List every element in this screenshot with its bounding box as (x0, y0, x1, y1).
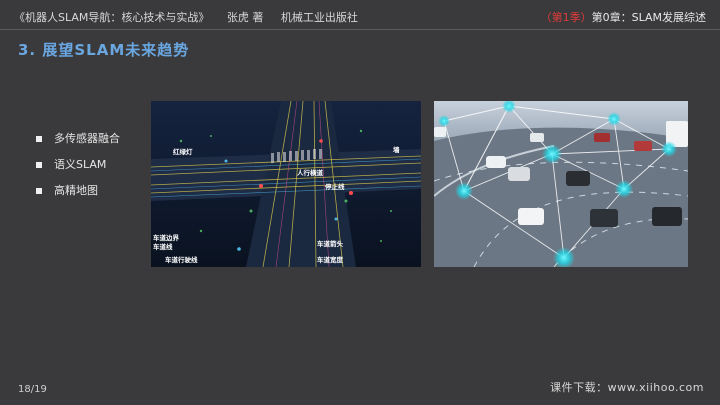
chapter-info: （第1季）第0章：SLAM发展综述 (541, 9, 706, 25)
bullet-text: 多传感器融合 (54, 132, 120, 145)
chapter-title: 第0章：SLAM发展综述 (591, 11, 706, 24)
page-number: 18/19 (18, 384, 47, 395)
bullet-list: 多传感器融合 语义SLAM 高精地图 (36, 131, 120, 209)
author: 张虎 著 (226, 11, 264, 24)
label-lane-width: 车道宽度 (317, 255, 344, 264)
label-lane-arrow: 车道箭头 (317, 239, 344, 248)
list-item: 语义SLAM (36, 157, 120, 183)
list-item: 高精地图 (36, 183, 120, 209)
label-wall: 墙 (393, 145, 400, 154)
label-traffic-light: 红绿灯 (173, 147, 193, 156)
square-bullet-icon (36, 162, 42, 168)
lesson-tag: （第1季） (540, 11, 592, 24)
download-link[interactable]: 课件下载：www.xiihoo.com (550, 379, 704, 395)
connected-vehicles-image (434, 101, 688, 267)
label-lane-boundary: 车道边界 (153, 233, 180, 242)
square-bullet-icon (36, 136, 42, 142)
label-lane-path: 车道行驶线 (165, 255, 198, 264)
publisher: 机械工业出版社 (280, 11, 358, 24)
list-item: 多传感器融合 (36, 131, 120, 157)
label-crosswalk: 人行横道 (297, 168, 324, 177)
header-divider (0, 29, 720, 30)
book-title: 《机器人SLAM导航：核心技术与实战》 (14, 11, 210, 24)
label-stop-line: 停止线 (325, 182, 345, 191)
bullet-text: 高精地图 (54, 184, 98, 197)
square-bullet-icon (36, 188, 42, 194)
label-lane-line: 车道线 (153, 242, 173, 251)
section-title: 3. 展望SLAM未来趋势 (18, 41, 190, 59)
header-info: 《机器人SLAM导航：核心技术与实战》 张虎 著 机械工业出版社 (14, 9, 372, 25)
bullet-text: 语义SLAM (54, 158, 107, 171)
hd-map-image: 红绿灯 墙 人行横道 停止线 车道边界 车道线 车道箭头 车道行驶线 车道宽度 (151, 101, 421, 267)
